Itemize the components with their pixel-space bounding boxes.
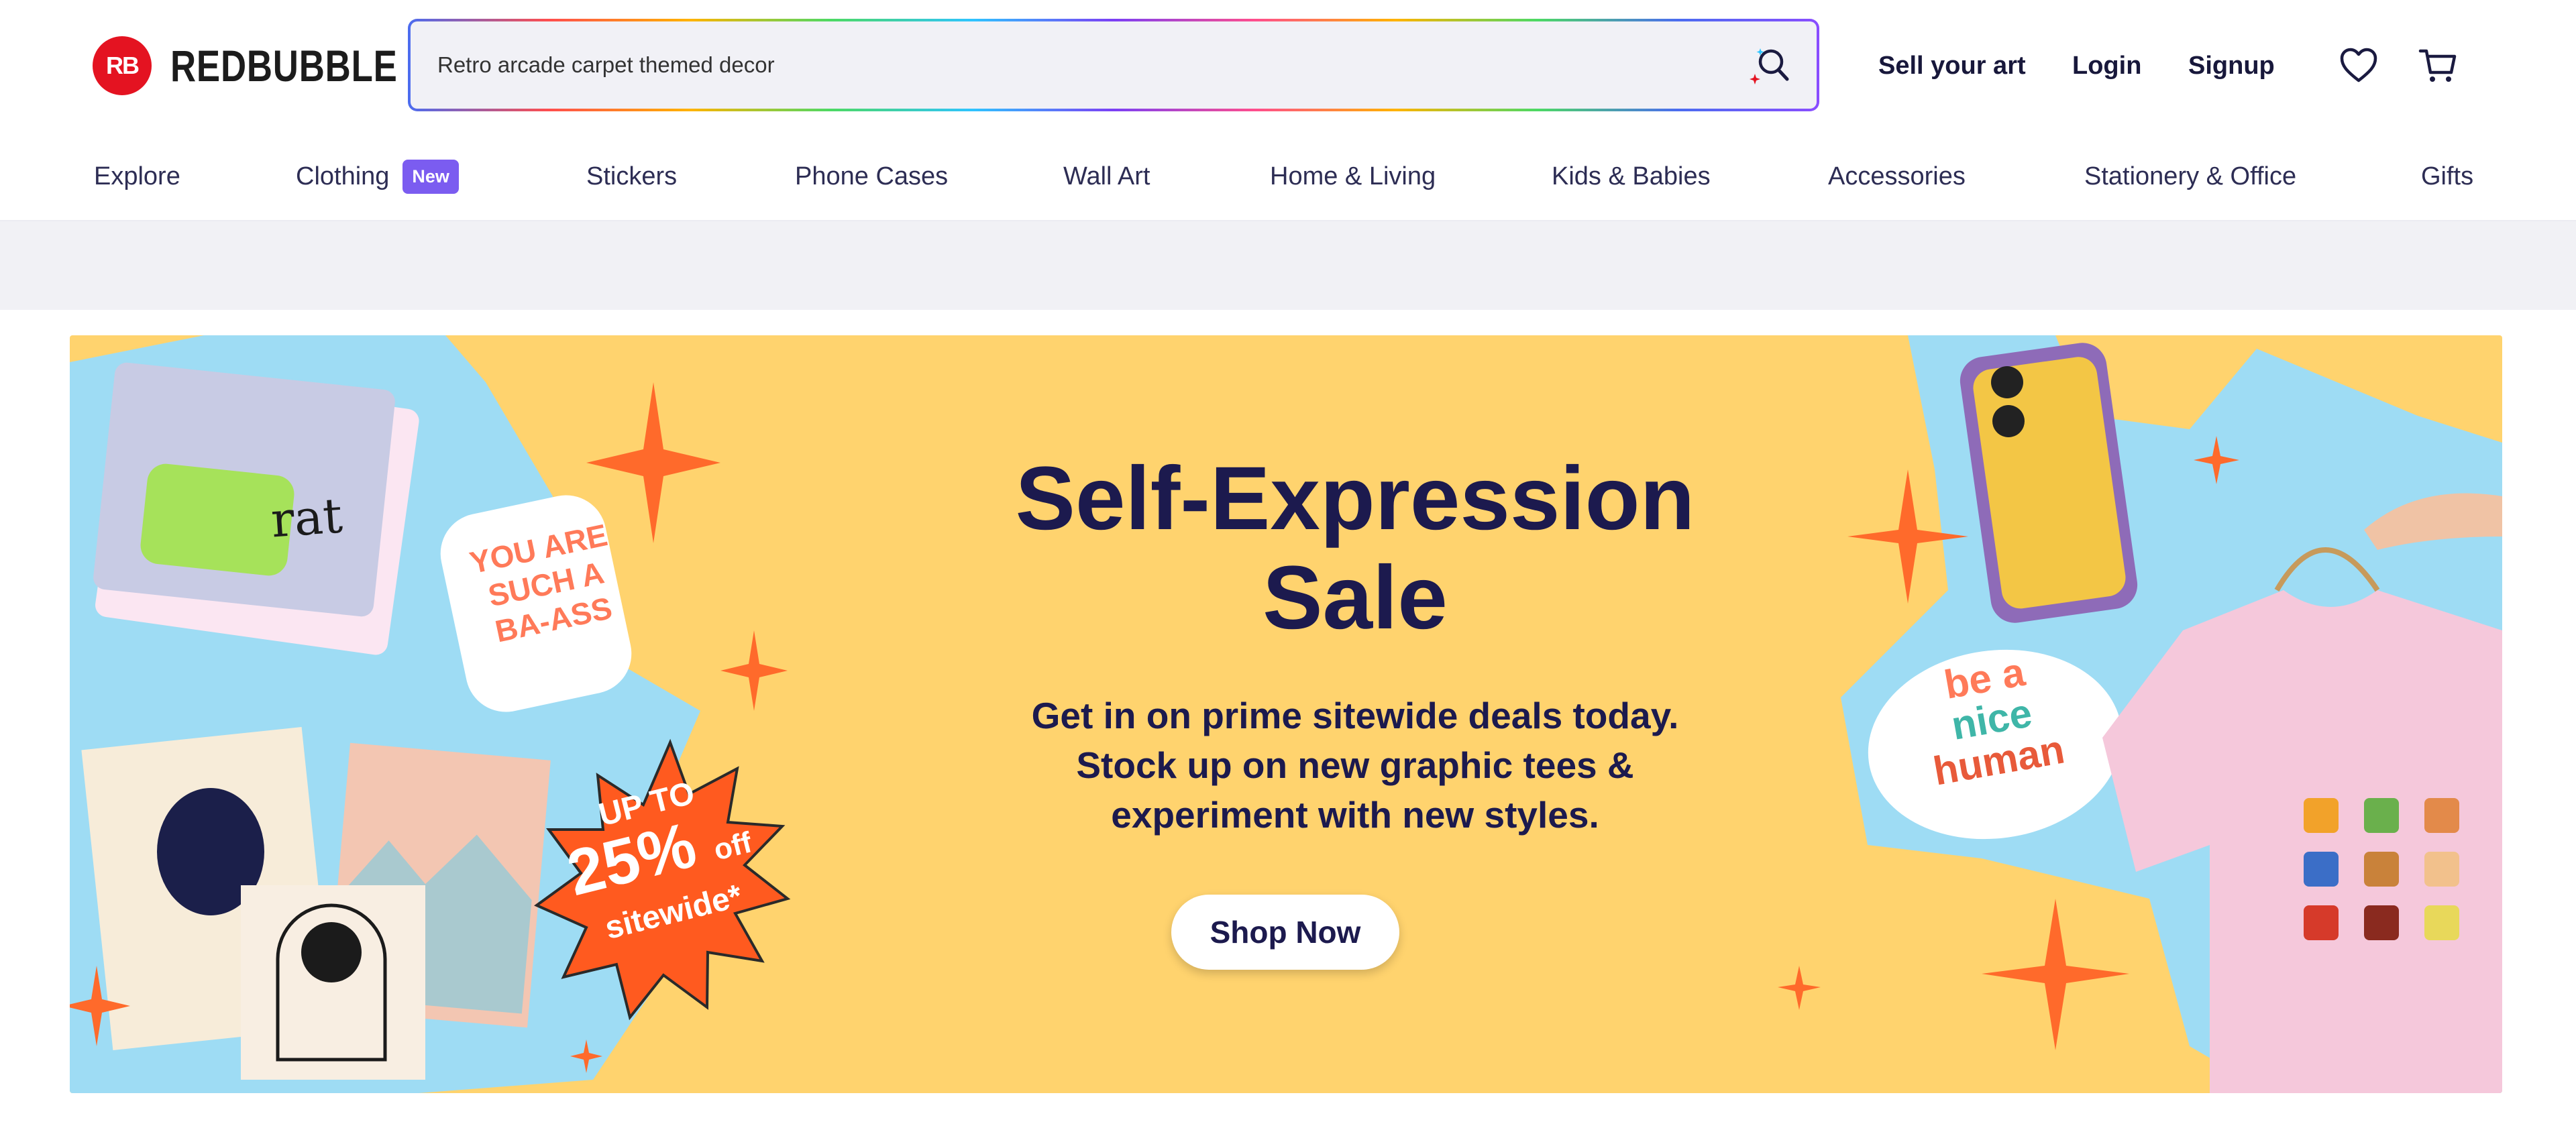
site-header: RB REDBUBBLE Retro arcade carpet themed … [0, 0, 2576, 131]
hero-title-line2: Sale [1263, 548, 1448, 648]
nav-clothing[interactable]: Clothing New [296, 131, 459, 221]
heart-icon[interactable] [2339, 46, 2379, 86]
nav-label: Explore [94, 162, 180, 190]
nav-stickers[interactable]: Stickers [586, 131, 677, 221]
signup-link[interactable]: Signup [2188, 0, 2275, 131]
nav-label: Home & Living [1270, 162, 1436, 190]
nav-gifts[interactable]: Gifts [2421, 131, 2473, 221]
search-input-value: Retro arcade carpet themed decor [437, 52, 775, 77]
nav-label: Accessories [1828, 162, 1966, 190]
nav-explore[interactable]: Explore [94, 131, 180, 221]
search-bar: Retro arcade carpet themed decor [408, 19, 1819, 111]
promo-strip [0, 221, 2576, 310]
hero-title-line1: Self-Expression [1015, 449, 1695, 549]
hero-subtitle-line3: experiment with new styles. [1111, 794, 1599, 836]
left-collage-illustration [70, 335, 791, 1093]
category-nav: Explore Clothing New Stickers Phone Cases… [0, 131, 2576, 221]
nav-stationery-office[interactable]: Stationery & Office [2084, 131, 2296, 221]
shop-now-button[interactable]: Shop Now [1171, 895, 1399, 970]
sell-your-art-link[interactable]: Sell your art [1878, 0, 2026, 131]
nav-label: Stationery & Office [2084, 162, 2297, 190]
nav-label: Stickers [586, 162, 678, 190]
hero-title: Self-Expression Sale [812, 449, 1898, 648]
nav-accessories[interactable]: Accessories [1828, 131, 1966, 221]
promo-badge-line3: off [710, 826, 755, 867]
redbubble-logo[interactable]: RB REDBUBBLE [93, 36, 454, 95]
logo-mark: RB [93, 36, 152, 95]
search-input[interactable]: Retro arcade carpet themed decor [411, 21, 1817, 109]
login-link[interactable]: Login [2072, 0, 2141, 131]
nav-label: Phone Cases [795, 162, 949, 190]
nav-label: Gifts [2421, 162, 2474, 190]
hero-subtitle: Get in on prime sitewide deals today. St… [812, 691, 1898, 840]
cart-icon[interactable] [2418, 46, 2458, 86]
nav-label: Kids & Babies [1552, 162, 1711, 190]
nav-phone-cases[interactable]: Phone Cases [795, 131, 948, 221]
nav-home-living[interactable]: Home & Living [1270, 131, 1436, 221]
nav-label: Wall Art [1063, 162, 1150, 190]
hero-banner[interactable]: UP TO 25% off sitewide* YOU ARE SUCH A B… [70, 335, 2502, 1093]
nav-kids-babies[interactable]: Kids & Babies [1552, 131, 1711, 221]
nav-wall-art[interactable]: Wall Art [1063, 131, 1150, 221]
hero-subtitle-line1: Get in on prime sitewide deals today. [1031, 695, 1679, 736]
nav-label: Clothing [296, 162, 390, 190]
tee-print-text: rat [269, 487, 345, 549]
search-icon[interactable] [1748, 44, 1790, 86]
new-badge: New [402, 159, 459, 194]
hero-subtitle-line2: Stock up on new graphic tees & [1076, 744, 1634, 786]
logo-wordmark: REDBUBBLE [170, 41, 398, 91]
